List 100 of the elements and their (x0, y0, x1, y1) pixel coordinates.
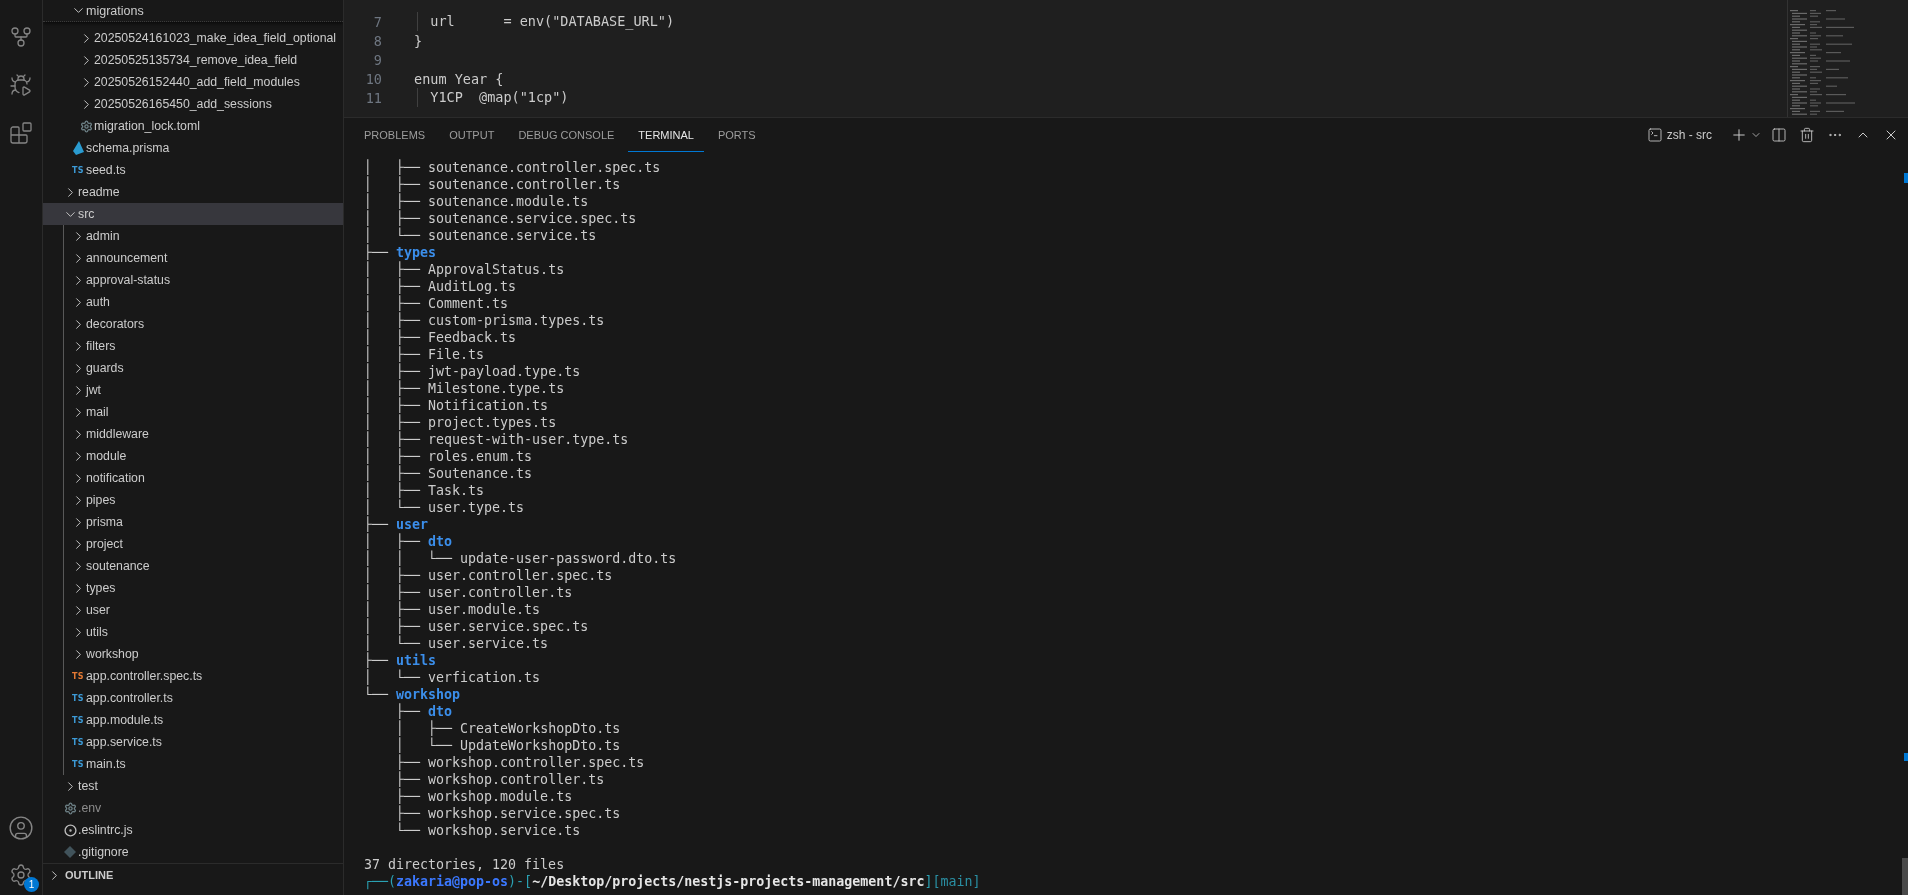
folder-item[interactable]: test (43, 775, 343, 797)
terminal-line: ├── workshop.module.ts (395, 788, 574, 805)
prisma-file-icon (72, 141, 84, 155)
terminal-line: └── workshop.service.ts (395, 822, 582, 839)
terminal-prompt: ┌──(zakaria@pop-os)-[~/Desktop/projects/nestjs-projects-management/src][main] (364, 873, 982, 890)
panel-tab[interactable]: PROBLEMS (354, 118, 436, 152)
gear-icon (79, 119, 93, 133)
file-item[interactable]: TS seed.ts (43, 159, 343, 181)
folder-item[interactable]: guards (43, 357, 343, 379)
terminal-line: │ ├── File.ts (364, 346, 486, 363)
folder-item[interactable]: filters (43, 335, 343, 357)
folder-item[interactable]: middleware (43, 423, 343, 445)
line-number: 10 (364, 70, 382, 87)
folder-item[interactable]: auth (43, 291, 343, 313)
terminal-line: │ ├── user.controller.spec.ts (364, 567, 614, 584)
folder-item[interactable]: decorators (43, 313, 343, 335)
terminal-line: │ ├── jwt-payload.type.ts (364, 363, 582, 380)
folder-item[interactable]: 20250526152440_add_field_modules (43, 71, 343, 93)
folder-item[interactable]: workshop (43, 643, 343, 665)
terminal-line: └── workshop (364, 686, 462, 703)
file-item[interactable]: .env (43, 797, 343, 819)
outline-section-header[interactable]: OUTLINE (43, 863, 343, 886)
folder-item[interactable]: project (43, 533, 343, 555)
run-debug-icon[interactable] (9, 73, 33, 97)
terminal-line: │ ├── user.module.ts (364, 601, 542, 618)
folder-item[interactable]: migrations (43, 0, 343, 22)
file-item[interactable]: schema.prisma (43, 137, 343, 159)
file-item[interactable]: TS app.controller.spec.ts (43, 665, 343, 687)
folder-item[interactable]: readme (43, 181, 343, 203)
terminal-line: ├── types (364, 244, 438, 261)
terminal-line: │ ├── roles.enum.ts (364, 448, 534, 465)
terminal-line: │ └── verfication.ts (364, 669, 542, 686)
typescript-file-icon: TS (72, 165, 84, 175)
folder-item[interactable]: announcement (43, 247, 343, 269)
file-item[interactable]: TS app.module.ts (43, 709, 343, 731)
terminal-line: │ ├── project.types.ts (364, 414, 558, 431)
terminal-icon (1646, 127, 1663, 143)
folder-item[interactable]: module (43, 445, 343, 467)
folder-item[interactable]: prisma (43, 511, 343, 533)
folder-item[interactable]: admin (43, 225, 343, 247)
terminal-line: │ ├── Feedback.ts (364, 329, 518, 346)
folder-item[interactable]: src (43, 203, 343, 225)
folder-item[interactable]: pipes (43, 489, 343, 511)
folder-item[interactable]: 20250524161023_make_idea_field_optional (43, 27, 343, 49)
terminal-line: │ ├── soutenance.controller.spec.ts (364, 159, 662, 176)
terminal-line: │ ├── request-with-user.type.ts (364, 431, 630, 448)
terminal-line: ├── dto (395, 703, 454, 720)
file-item[interactable]: TS main.ts (43, 753, 343, 775)
folder-item[interactable]: mail (43, 401, 343, 423)
typescript-file-icon: TS (72, 671, 84, 681)
line-number: 8 (372, 32, 382, 49)
terminal-line: ├── workshop.controller.spec.ts (395, 754, 646, 771)
file-item[interactable]: TS app.controller.ts (43, 687, 343, 709)
diamond-icon (64, 846, 76, 858)
terminal-line: │ ├── soutenance.module.ts (364, 193, 590, 210)
file-item[interactable]: .gitignore (43, 841, 343, 863)
file-item[interactable]: migration_lock.toml (43, 115, 343, 137)
split-icon (1771, 127, 1787, 143)
terminal-line: │ ├── CreateWorkshopDto.ts (395, 720, 622, 737)
typescript-file-icon: TS (72, 759, 84, 769)
line-number: 7 (372, 13, 382, 30)
account-icon[interactable] (8, 815, 34, 841)
terminal-line: │ ├── user.service.spec.ts (364, 618, 590, 635)
terminal-line: │ ├── Task.ts (364, 482, 486, 499)
panel-tab[interactable]: DEBUG CONSOLE (508, 118, 625, 152)
terminal-line: │ ├── AuditLog.ts (364, 278, 518, 295)
terminal-line: ├── workshop.controller.ts (395, 771, 606, 788)
terminal-line: │ ├── soutenance.controller.ts (364, 176, 622, 193)
gear-icon (63, 801, 77, 815)
folder-item[interactable]: 20250526165450_add_sessions (43, 93, 343, 115)
panel-tab[interactable]: PORTS (707, 118, 766, 152)
folder-item[interactable]: soutenance (43, 555, 343, 577)
settings-icon[interactable] (9, 863, 33, 887)
code-line: } (414, 32, 423, 49)
terminal-selector[interactable]: zsh - src (1642, 125, 1716, 145)
terminal-line: │ ├── custom-prisma.types.ts (364, 312, 606, 329)
folder-item[interactable]: user (43, 599, 343, 621)
folder-item[interactable]: 20250525135734_remove_idea_field (43, 49, 343, 71)
extensions-icon[interactable] (9, 121, 33, 145)
file-item[interactable]: .eslintrc.js (43, 819, 343, 841)
terminal-line: │ ├── user.controller.ts (364, 584, 574, 601)
line-number: 9 (372, 51, 382, 68)
terminal-line: │ ├── Notification.ts (364, 397, 550, 414)
folder-item[interactable]: jwt (43, 379, 343, 401)
panel-tab[interactable]: TERMINAL (628, 118, 704, 152)
plus-icon (1730, 126, 1748, 144)
folder-item[interactable]: notification (43, 467, 343, 489)
folder-item[interactable]: approval-status (43, 269, 343, 291)
file-item[interactable]: TS app.service.ts (43, 731, 343, 753)
notification-badge: 1 (24, 877, 39, 892)
circle-dot-icon (63, 823, 77, 837)
terminal-line: 37 directories, 120 files (364, 856, 566, 873)
terminal-line: │ └── user.service.ts (364, 635, 550, 652)
source-control-icon[interactable] (9, 25, 33, 49)
terminal-line: ├── workshop.service.spec.ts (395, 805, 622, 822)
typescript-file-icon: TS (72, 737, 84, 747)
folder-item[interactable]: utils (43, 621, 343, 643)
folder-item[interactable]: types (43, 577, 343, 599)
panel-tab[interactable]: OUTPUT (439, 118, 505, 152)
terminal-line: │ │ └── update-user-password.dto.ts (364, 550, 678, 567)
